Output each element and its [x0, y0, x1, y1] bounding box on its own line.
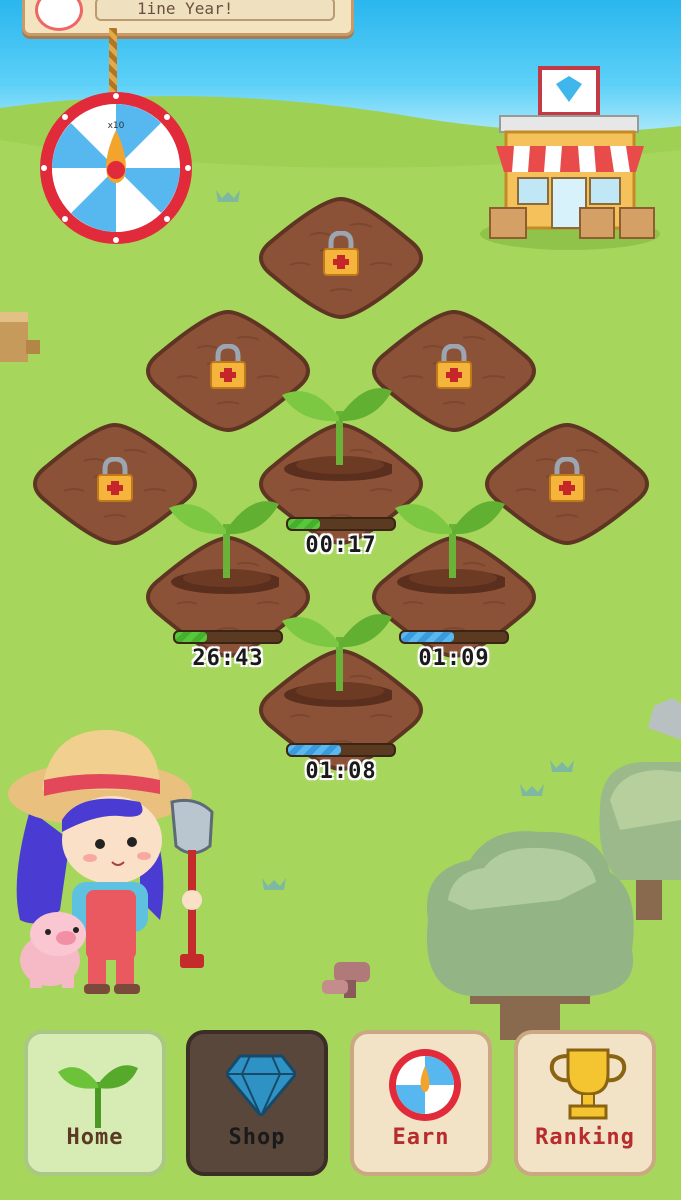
nav-earn-button[interactable]: Earn — [350, 1030, 492, 1176]
store-icon[interactable] — [480, 66, 660, 256]
pig-avatar-icon — [35, 0, 83, 31]
trophy-icon — [549, 1048, 627, 1120]
growth-progress-bar — [399, 630, 509, 644]
diamond-icon — [226, 1054, 296, 1116]
lock-icon — [323, 231, 359, 276]
rope — [109, 28, 117, 92]
nav-earn-label: Earn — [392, 1125, 450, 1150]
nav-shop-button[interactable]: Shop — [186, 1030, 328, 1176]
lock-icon — [549, 457, 585, 502]
growth-progress-fill — [401, 632, 454, 642]
lock-icon — [97, 457, 133, 502]
banner-text: 1ine Year! — [95, 0, 335, 21]
top-banner: 1ine Year! — [22, 0, 354, 36]
sprout-icon — [282, 388, 392, 481]
nav-home-label: Home — [66, 1125, 124, 1150]
growth-timer: 01:08 — [305, 759, 377, 784]
sprout-icon — [395, 501, 505, 594]
sprout-icon — [282, 614, 392, 707]
nav-ranking-label: Ranking — [535, 1125, 635, 1150]
wheel-badge: x10 — [108, 121, 125, 131]
nav-shop-label: Shop — [228, 1125, 286, 1150]
lock-icon — [436, 344, 472, 389]
lock-icon — [210, 344, 246, 389]
spin-wheel-icon — [389, 1049, 461, 1121]
farmer-girl-character — [8, 729, 214, 994]
growth-progress-bar — [286, 517, 396, 531]
spin-wheel-icon[interactable]: x10 — [38, 90, 194, 246]
nav-ranking-button[interactable]: Ranking — [514, 1030, 656, 1176]
sprout-icon — [58, 1065, 138, 1128]
nav-home-button[interactable]: Home — [24, 1030, 166, 1176]
sprout-icon — [169, 501, 279, 594]
growth-progress-fill — [288, 745, 341, 755]
growth-progress-fill — [175, 632, 207, 642]
growth-progress-bar — [286, 743, 396, 757]
growth-progress-fill — [288, 519, 320, 529]
growth-progress-bar — [173, 630, 283, 644]
